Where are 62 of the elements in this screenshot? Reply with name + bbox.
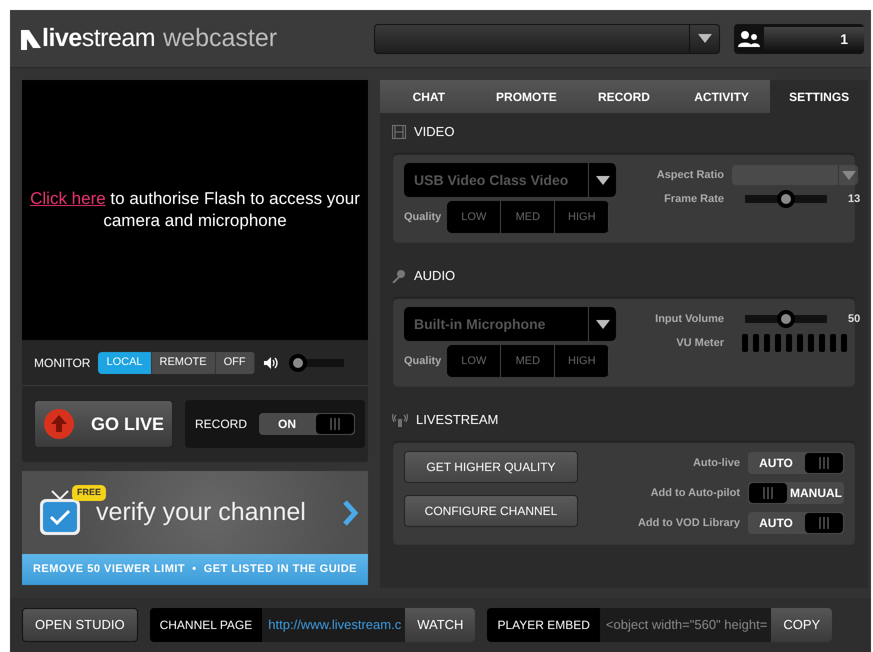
copy-button[interactable]: COPY bbox=[771, 608, 832, 642]
film-icon bbox=[392, 125, 406, 139]
section-title: VIDEO bbox=[414, 123, 454, 142]
slider-thumb[interactable] bbox=[777, 310, 795, 328]
embed-code-field[interactable]: <object width="560" height= bbox=[600, 608, 772, 642]
open-studio-button[interactable]: OPEN STUDIO bbox=[22, 608, 138, 642]
grip-icon bbox=[329, 418, 342, 430]
logo-text: livestream bbox=[42, 22, 156, 54]
caret-icon bbox=[842, 170, 856, 180]
toggle-switch[interactable]: AUTO bbox=[748, 452, 844, 474]
viewer-count: 1 bbox=[764, 26, 864, 50]
channel-url-field[interactable]: http://www.livestream.c bbox=[262, 608, 406, 642]
speaker-icon bbox=[262, 356, 279, 370]
microphone-icon bbox=[392, 269, 406, 283]
promo-footer: REMOVE 50 VIEWER LIMIT • GET LISTED IN THE GUIDE bbox=[22, 554, 368, 585]
slider-value: 13 bbox=[848, 192, 860, 207]
caret-icon bbox=[596, 176, 610, 184]
slider-thumb[interactable] bbox=[777, 190, 795, 208]
caret-icon bbox=[698, 34, 712, 43]
quality-label: Quality bbox=[404, 210, 442, 225]
preview-message: Click here to authorise Flash to access your camera and microphone bbox=[29, 188, 361, 232]
tab[interactable]: RECORD bbox=[575, 80, 673, 113]
slider-thumb[interactable] bbox=[288, 354, 306, 372]
grip-icon bbox=[818, 457, 830, 469]
settings-button[interactable]: GET HIGHER QUALITY bbox=[404, 451, 578, 483]
watch-button[interactable]: WATCH bbox=[405, 608, 476, 642]
record-toggle[interactable]: ON bbox=[259, 413, 356, 435]
toggle-switch[interactable]: MANUAL bbox=[748, 482, 844, 504]
click-here-link[interactable]: Click here bbox=[30, 189, 106, 208]
quality-label: Quality bbox=[404, 354, 442, 369]
quality-option[interactable]: LOW bbox=[447, 201, 502, 233]
tab[interactable]: PROMOTE bbox=[478, 80, 576, 113]
field-label: Add to VOD Library bbox=[636, 516, 740, 531]
monitor-label: MONITOR bbox=[34, 354, 90, 372]
toggle-switch[interactable]: AUTO bbox=[748, 512, 844, 534]
product-name: webcaster bbox=[163, 22, 278, 54]
settings-button[interactable]: CONFIGURE CHANNEL bbox=[404, 495, 578, 527]
record-label: RECORD bbox=[195, 416, 248, 433]
chevron-right-icon bbox=[342, 498, 358, 526]
field-label: Input Volume bbox=[654, 312, 724, 327]
section-title: AUDIO bbox=[414, 267, 456, 286]
field-label: CHANNEL PAGE bbox=[158, 617, 254, 634]
grip-icon bbox=[818, 517, 830, 529]
caret-icon bbox=[596, 320, 610, 328]
section-title: LIVESTREAM bbox=[416, 411, 498, 430]
field-label: Auto-live bbox=[692, 456, 740, 471]
field-label: Add to Auto-pilot bbox=[650, 486, 740, 501]
go-live-button[interactable]: GO LIVE bbox=[34, 400, 174, 448]
tab[interactable]: ACTIVITY bbox=[672, 80, 770, 113]
field-label: PLAYER EMBED bbox=[496, 617, 591, 634]
field-label: Frame Rate bbox=[663, 192, 724, 207]
quality-option[interactable]: LOW bbox=[447, 345, 502, 377]
antenna-icon bbox=[392, 413, 408, 427]
slider-value: 50 bbox=[848, 312, 860, 327]
tab[interactable]: SETTINGS bbox=[770, 80, 868, 113]
field-label: Aspect Ratio bbox=[656, 168, 724, 183]
logo-icon bbox=[20, 28, 42, 50]
tab[interactable]: CHAT bbox=[380, 80, 478, 113]
grip-icon bbox=[762, 487, 774, 499]
field-label: VU Meter bbox=[675, 336, 724, 351]
free-badge: FREE bbox=[72, 485, 106, 500]
promo-banner[interactable]: FREE verify your channel REMOVE 50 VIEWER LIMIT • GET LISTED IN THE GUIDE bbox=[22, 471, 368, 585]
